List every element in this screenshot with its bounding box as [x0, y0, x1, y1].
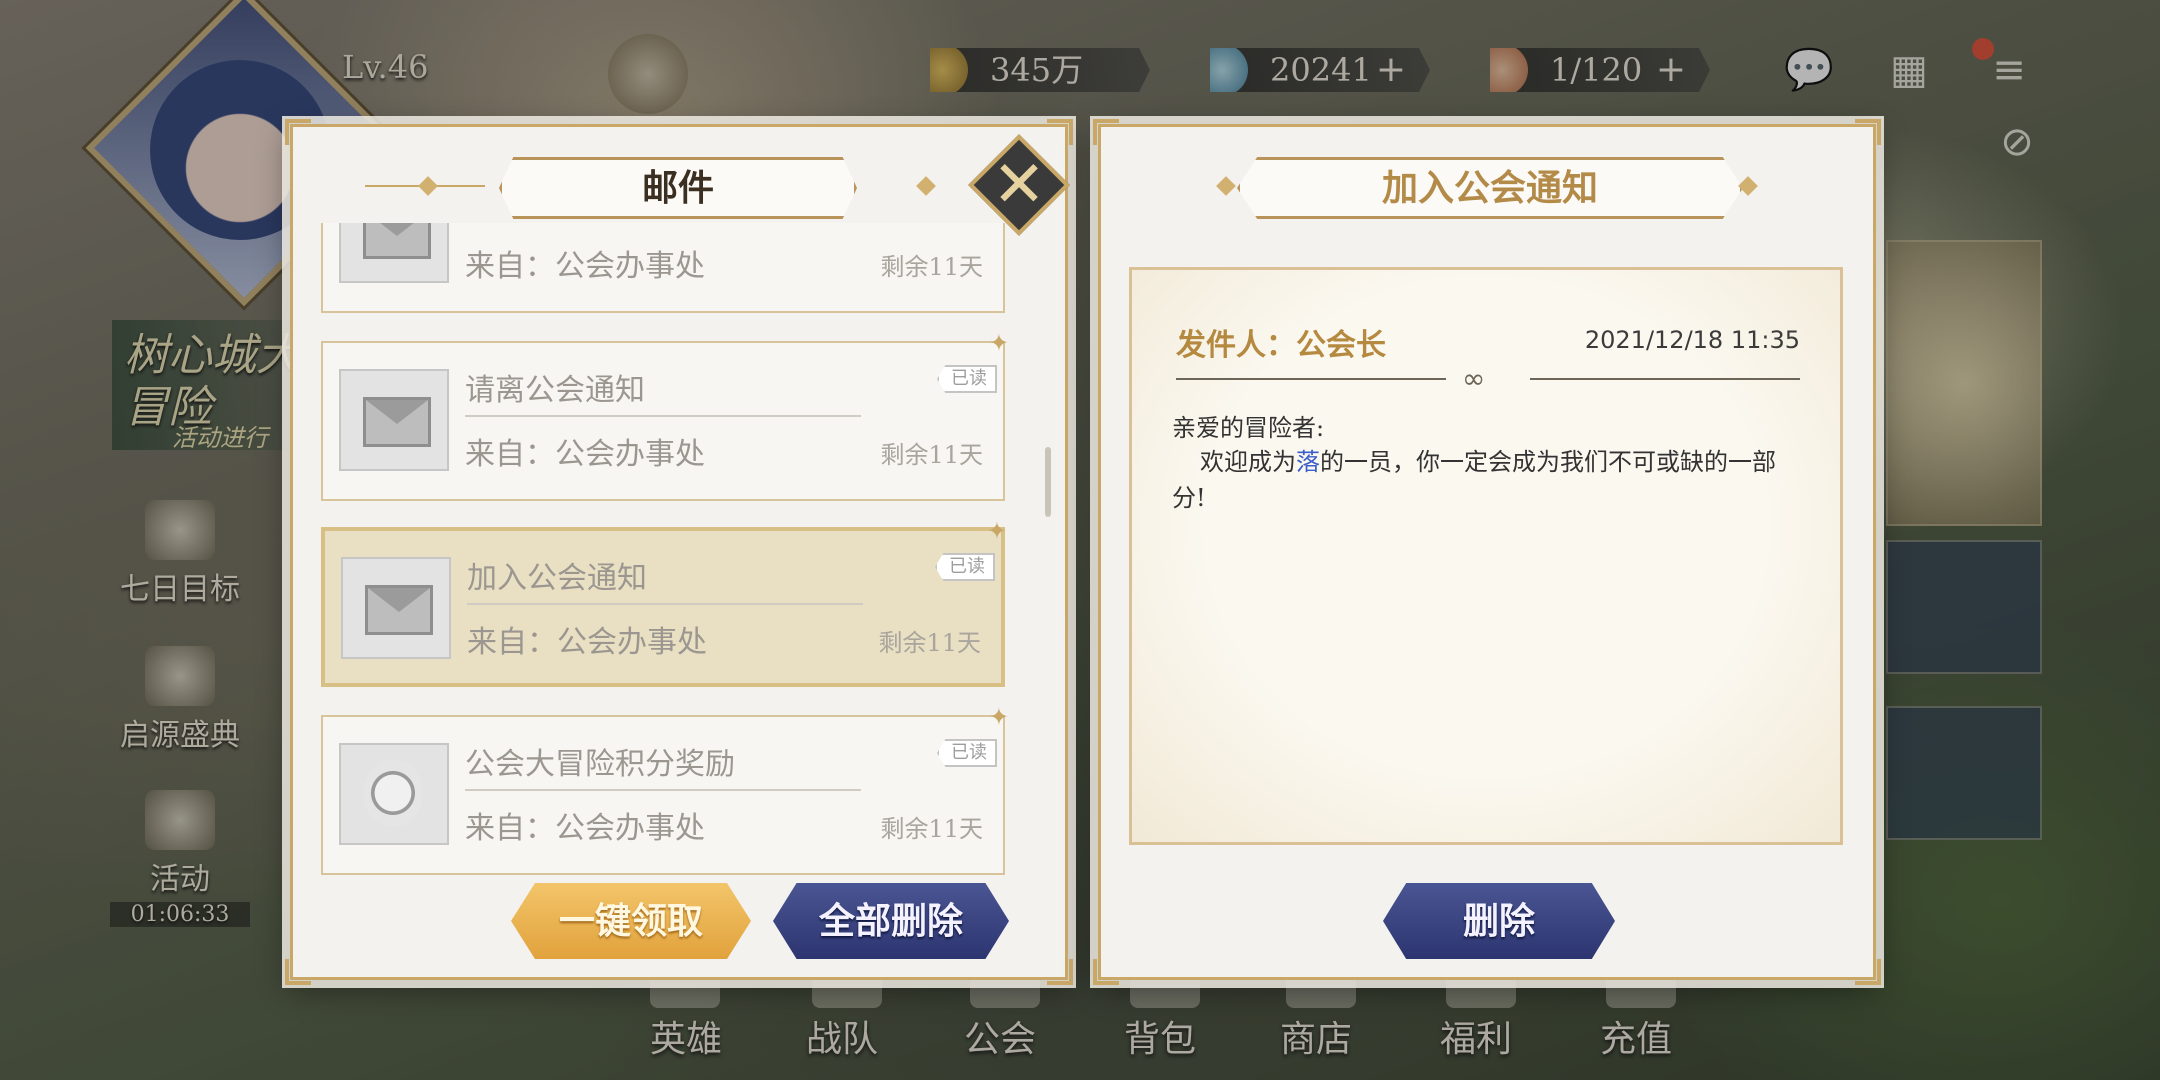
- mail-datetime: 2021/12/18 11:35: [1584, 326, 1800, 354]
- read-badge: 已读: [937, 739, 997, 767]
- close-button[interactable]: ✕: [968, 134, 1070, 236]
- mail-sender: 来自：公会办事处: [467, 625, 707, 660]
- mail-list-scrollbar[interactable]: [1045, 447, 1051, 517]
- mail-icon-box: [341, 557, 451, 659]
- frame-corner: [1093, 959, 1119, 985]
- mail-list[interactable]: 来自：公会办事处 剩余11天 ✦ 已读 请离公会通知 来自：公会办事处 剩余11…: [321, 223, 1037, 891]
- delete-all-button[interactable]: 全部删除: [773, 883, 1009, 959]
- mail-body: 欢迎成为落的一员，你一定会成为我们不可或缺的一部分!: [1172, 444, 1792, 516]
- envelope-open-icon: [365, 585, 433, 635]
- frame-corner: [285, 119, 311, 145]
- mail-item[interactable]: ✦ 已读 公会大冒险积分奖励 来自：公会办事处 剩余11天: [321, 703, 1009, 875]
- mail-item[interactable]: ✦ 已读 请离公会通知 来自：公会办事处 剩余11天: [321, 329, 1009, 501]
- title-ornament-diamond: [916, 176, 936, 196]
- sparkle-icon: ✦: [986, 517, 1007, 545]
- guild-name-highlight: 落: [1296, 448, 1320, 476]
- mail-icon-box: [339, 369, 449, 471]
- mail-icon-box: [339, 223, 449, 283]
- sparkle-icon: ✦: [988, 329, 1009, 357]
- mail-subject: 加入公会通知: [467, 561, 647, 596]
- mail-detail-panel: 加入公会通知 发件人：公会长 2021/12/18 11:35 ∞ 亲爱的冒险者…: [1093, 119, 1881, 985]
- mail-sender: 来自：公会办事处: [465, 811, 705, 846]
- mail-panel-title: 邮件: [499, 157, 857, 219]
- mail-subject: 公会大冒险积分奖励: [465, 747, 735, 782]
- title-ornament-diamond: [1216, 176, 1236, 196]
- frame-corner: [1855, 959, 1881, 985]
- letter-divider: [1176, 378, 1446, 380]
- mail-divider: [465, 415, 861, 417]
- mail-days-left: 剩余11天: [880, 253, 983, 281]
- envelope-icon: [363, 223, 431, 259]
- mail-days-left: 剩余11天: [880, 441, 983, 469]
- frame-corner: [1047, 119, 1073, 145]
- mail-sender: 来自：公会办事处: [465, 249, 705, 284]
- mail-subject: 请离公会通知: [465, 373, 645, 408]
- mail-body-text: 欢迎成为: [1200, 448, 1296, 476]
- mail-item-selected[interactable]: ✦ 已读 加入公会通知 来自：公会办事处 剩余11天: [321, 517, 1007, 687]
- frame-corner: [1047, 959, 1073, 985]
- title-ornament-diamond: [418, 176, 438, 196]
- letter-divider: [1530, 378, 1800, 380]
- mail-icon-box: [339, 743, 449, 845]
- letter-paper: 发件人：公会长 2021/12/18 11:35 ∞ 亲爱的冒险者: 欢迎成为落…: [1129, 267, 1843, 845]
- mail-sender-name: 发件人：公会长: [1176, 328, 1386, 363]
- mail-greeting: 亲爱的冒险者:: [1172, 414, 1325, 442]
- read-badge: 已读: [937, 365, 997, 393]
- mail-sender: 来自：公会办事处: [465, 437, 705, 472]
- claim-all-button[interactable]: 一键领取: [511, 883, 751, 959]
- mail-days-left: 剩余11天: [878, 629, 981, 657]
- close-icon: ✕: [992, 148, 1046, 222]
- frame-corner: [1093, 119, 1119, 145]
- envelope-open-icon: [363, 397, 431, 447]
- mail-days-left: 剩余11天: [880, 815, 983, 843]
- mail-divider: [467, 603, 863, 605]
- frame-corner: [285, 959, 311, 985]
- frame-corner: [1855, 119, 1881, 145]
- guild-emblem-icon: [363, 759, 423, 827]
- divider-ornament-icon: ∞: [1462, 362, 1486, 395]
- mail-divider: [465, 789, 861, 791]
- mail-panel: 邮件 ✕ 来自：公会办事处 剩余11天 ✦ 已读 请离公会通知 来自：公会办事处…: [285, 119, 1073, 985]
- mail-detail-title: 加入公会通知: [1237, 157, 1743, 219]
- mail-item[interactable]: 来自：公会办事处 剩余11天: [321, 223, 1005, 313]
- delete-button[interactable]: 删除: [1383, 883, 1615, 959]
- sparkle-icon: ✦: [988, 703, 1009, 731]
- title-ornament-diamond: [1738, 176, 1758, 196]
- read-badge: 已读: [935, 553, 995, 581]
